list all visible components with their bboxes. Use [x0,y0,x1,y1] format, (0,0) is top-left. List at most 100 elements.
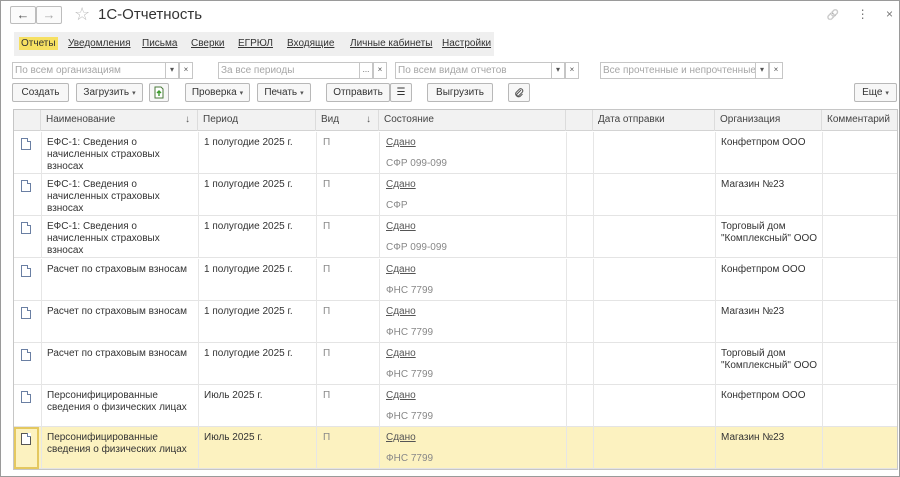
period-select-button[interactable]: ... [359,62,373,79]
cell-org: Магазин №23 [721,305,785,317]
column-divider [593,216,594,259]
more-button[interactable]: Еще ▾ [854,83,897,102]
column-divider [822,427,823,469]
column-divider [41,174,42,217]
column-divider [593,300,594,343]
cell-period: 1 полугодие 2025 г. [204,221,293,233]
tab-reports[interactable]: Отчеты [19,37,58,50]
favorite-star-icon[interactable]: ☆ [74,4,90,25]
column-divider [593,132,594,174]
cell-status[interactable]: Сдано [386,221,446,233]
cell-type: П [323,221,331,233]
chevron-down-icon[interactable]: ▾ [165,62,179,79]
list-icon: ☰ [396,87,406,98]
print-button[interactable]: Печать ▾ [257,83,311,102]
column-divider [379,216,380,259]
cell-status[interactable]: Сдано [386,306,446,318]
send-button[interactable]: Отправить [326,83,390,102]
cell-name: Расчет по страховым взносам [47,263,187,275]
column-divider [566,343,567,385]
clear-icon[interactable]: × [179,62,193,79]
column-period[interactable]: Период [198,110,316,131]
cell-authority: ФНС 7799 [386,453,434,465]
load-file-button[interactable] [149,83,169,102]
table-row[interactable]: Расчет по страховым взносам 1 полугодие 2… [14,300,897,343]
tab-personal-accounts[interactable]: Личные кабинеты [350,38,432,49]
column-org[interactable]: Организация [715,110,822,131]
close-icon[interactable]: × [886,7,893,21]
tab-egrul[interactable]: ЕГРЮЛ [238,38,273,49]
column-divider [41,343,42,385]
cell-status[interactable]: Сдано [386,432,446,444]
tab-settings[interactable]: Настройки [442,38,491,49]
column-divider [41,385,42,428]
column-divider [822,343,823,385]
clear-icon[interactable]: × [565,62,579,79]
column-divider [379,385,380,428]
more-icon[interactable]: ⋮ [857,7,869,21]
create-button[interactable]: Создать [12,83,69,102]
cell-status[interactable]: Сдано [386,348,446,360]
table-row[interactable]: Расчет по страховым взносам 1 полугодие 2… [14,343,897,385]
cell-period: 1 полугодие 2025 г. [204,263,293,275]
table-row[interactable]: Расчет по страховым взносам 1 полугодие 2… [14,258,897,301]
document-icon [21,180,31,193]
attach-button[interactable] [508,83,530,102]
cell-type: П [323,137,331,148]
column-divider [41,427,42,469]
table-row[interactable]: ЕФС-1: Сведения о начисленных страховых … [14,174,897,217]
cell-status[interactable]: Сдано [386,390,446,402]
column-blank [566,110,593,131]
check-button-label: Проверка [191,87,237,98]
column-divider [822,258,823,301]
table-row[interactable]: Персонифицированные сведения о физически… [14,427,897,469]
check-button[interactable]: Проверка ▾ [185,83,250,102]
send-button-label: Отправить [333,87,383,98]
cell-type: П [323,179,331,191]
document-icon [21,349,31,361]
cell-status[interactable]: Сдано [386,137,446,149]
column-status[interactable]: Состояние [379,110,566,131]
send-list-button[interactable]: ☰ [390,83,412,102]
tab-letters[interactable]: Письма [142,38,177,49]
cell-status[interactable]: Сдано [386,179,446,191]
organization-filter[interactable]: По всем организациям ▾ × [12,62,193,79]
forward-button[interactable]: → [36,6,62,24]
column-divider [379,174,380,217]
column-divider [316,174,317,217]
column-type[interactable]: Вид ↓ [316,110,379,131]
report-type-filter[interactable]: По всем видам отчетов ▾ × [395,62,579,79]
cell-period: 1 полугодие 2025 г. [204,137,293,148]
cell-type: П [323,263,331,275]
cell-name: ЕФС-1: Сведения о начисленных страховых … [47,221,160,257]
load-button[interactable]: Загрузить ▾ [76,83,143,102]
column-name[interactable]: Наименование ↓ [41,110,198,131]
chevron-down-icon[interactable]: ▾ [551,62,565,79]
chevron-down-icon[interactable]: ▾ [755,62,769,79]
link-icon[interactable]: 🔗 [827,10,839,21]
back-button[interactable]: ← [10,6,36,24]
column-divider [822,385,823,428]
clear-icon[interactable]: × [373,62,387,79]
column-comment[interactable]: Комментарий [822,110,897,131]
export-button[interactable]: Выгрузить [427,83,493,102]
tab-reconciliations[interactable]: Сверки [191,38,225,49]
read-state-filter[interactable]: Все прочтенные и непрочтенные ▾ × [600,62,783,79]
tab-incoming[interactable]: Входящие [287,38,334,49]
table-row[interactable]: ЕФС-1: Сведения о начисленных страховых … [14,216,897,259]
column-divider [566,132,567,174]
cell-name: Персонифицированные сведения о физически… [47,432,187,456]
column-divider [41,216,42,259]
cell-org: Магазин №23 [721,432,785,444]
period-filter[interactable]: За все периоды ... × [218,62,387,79]
clear-icon[interactable]: × [769,62,783,79]
cell-period: 1 полугодие 2025 г. [204,348,293,359]
table-row[interactable]: ЕФС-1: Сведения о начисленных страховых … [14,132,897,174]
column-divider [198,174,199,217]
column-divider [566,258,567,301]
column-send-date[interactable]: Дата отправки [593,110,715,131]
tab-notifications[interactable]: Уведомления [68,38,131,49]
table-row[interactable]: Персонифицированные сведения о физически… [14,385,897,428]
cell-status[interactable]: Сдано [386,264,446,276]
column-divider [379,258,380,301]
